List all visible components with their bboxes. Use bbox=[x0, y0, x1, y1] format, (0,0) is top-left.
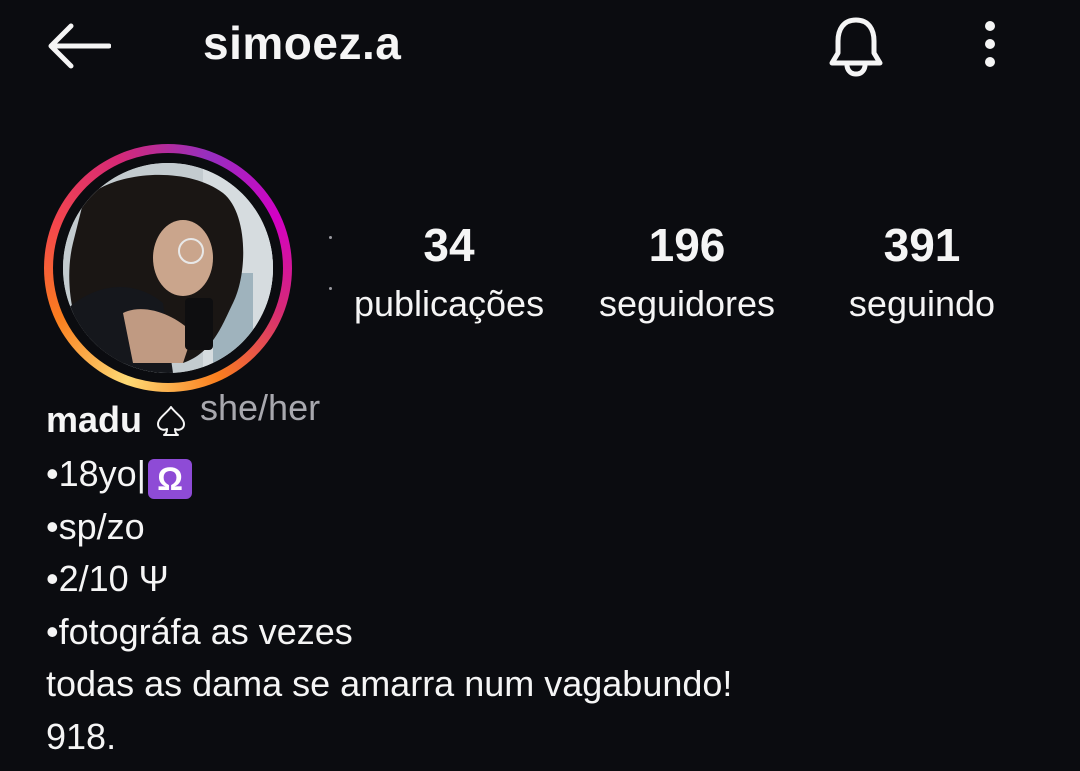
avatar-photo bbox=[63, 163, 273, 373]
spade-outline-icon bbox=[157, 406, 186, 436]
bio-line: 918. bbox=[46, 715, 117, 757]
followers-count[interactable]: 196 seguidores bbox=[583, 222, 791, 322]
back-button[interactable] bbox=[40, 18, 116, 74]
profile-username: simoez.a bbox=[203, 17, 402, 69]
bio-line: •2/10 Ψ bbox=[46, 558, 169, 599]
more-vertical-icon bbox=[985, 21, 995, 67]
bio-line: •18yo| Ω bbox=[46, 448, 1046, 501]
profile-bio: madu she/her •18yo| Ω •sp/zo •2/10 Ψ •fot… bbox=[46, 387, 1046, 763]
following-count-value: 391 bbox=[883, 219, 961, 271]
pronouns: she/her bbox=[200, 387, 321, 428]
following-count[interactable]: 391 seguindo bbox=[830, 222, 1014, 322]
notifications-button[interactable] bbox=[822, 12, 890, 80]
posts-count-label: publicações bbox=[353, 283, 545, 324]
posts-count[interactable]: 34 publicações bbox=[340, 222, 558, 322]
profile-photo-illustration bbox=[63, 163, 273, 373]
profile-screen: simoez.a 34 publicações 196 seguidores 3… bbox=[0, 0, 1080, 771]
bell-icon bbox=[829, 17, 883, 77]
bio-line: •fotográfa as vezes bbox=[46, 610, 353, 652]
followers-count-value: 196 bbox=[648, 219, 726, 271]
display-name: madu bbox=[46, 399, 143, 440]
followers-count-label: seguidores bbox=[598, 283, 776, 324]
following-count-label: seguindo bbox=[848, 283, 996, 324]
more-options-button[interactable] bbox=[966, 14, 1014, 74]
arrow-left-icon bbox=[48, 23, 111, 69]
posts-count-value: 34 bbox=[423, 219, 475, 271]
separator-dots bbox=[329, 236, 333, 296]
bio-line-text: •18yo| bbox=[46, 453, 147, 494]
name-row: madu she/her bbox=[46, 387, 1046, 448]
profile-avatar[interactable] bbox=[44, 144, 292, 392]
libra-emoji-icon: Ω bbox=[148, 459, 193, 499]
bio-line: todas as dama se amarra num vagabundo! bbox=[46, 663, 733, 704]
bio-line: •sp/zo bbox=[46, 505, 145, 547]
